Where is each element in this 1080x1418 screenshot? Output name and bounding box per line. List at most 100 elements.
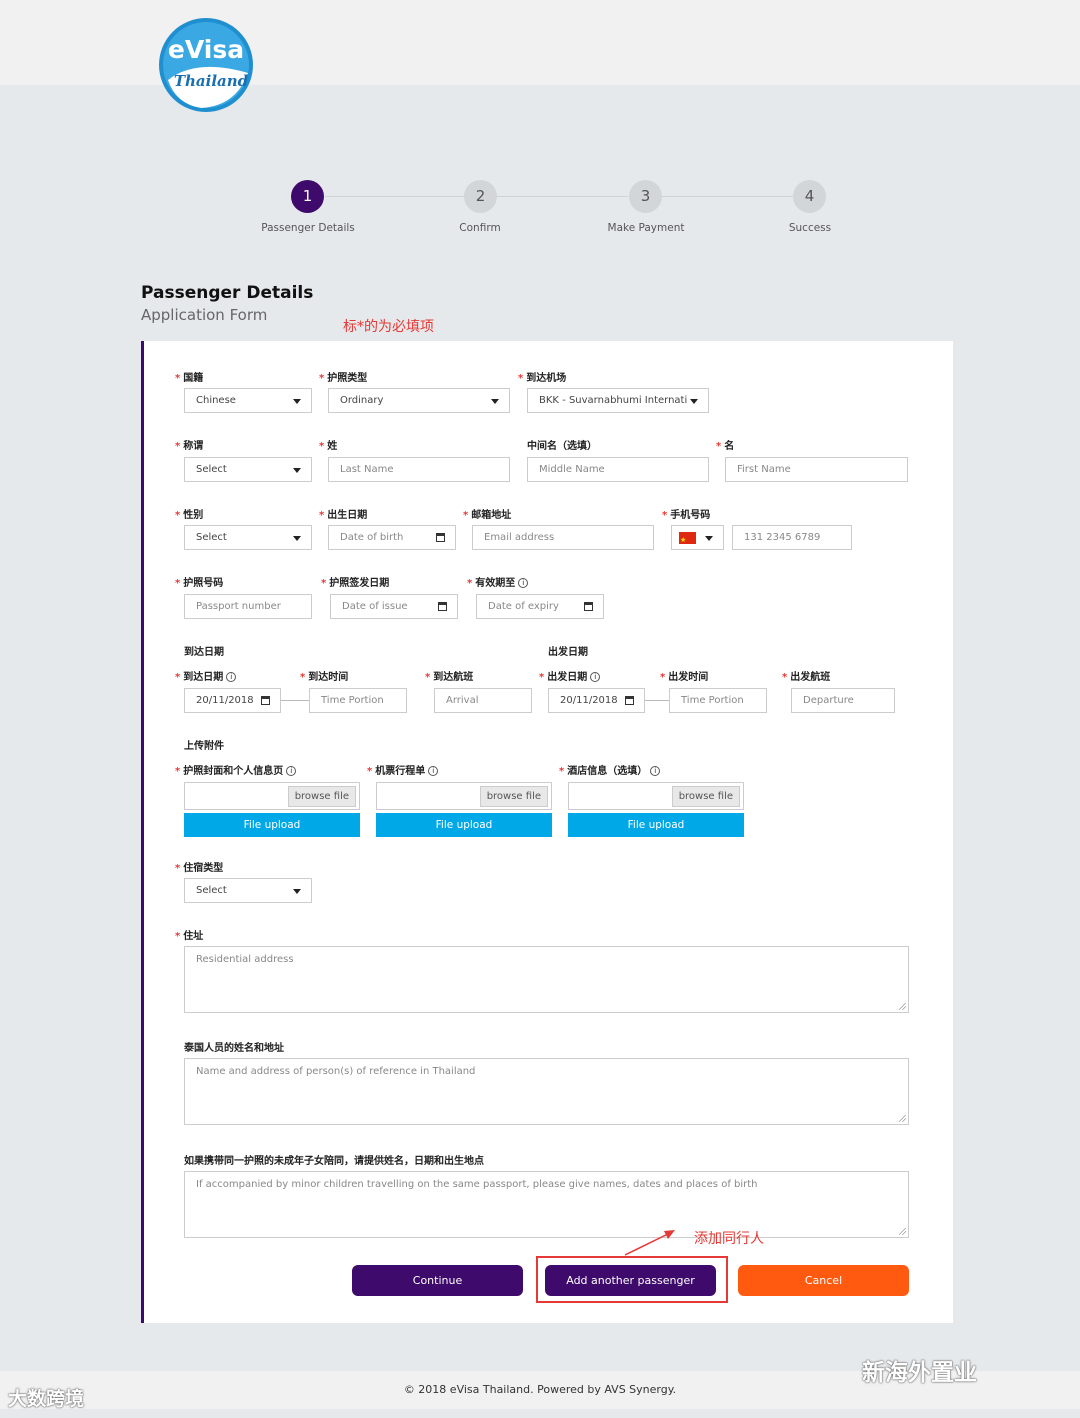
dob-label: * 出生日期 [319,510,368,521]
resize-handle-icon[interactable] [899,1003,906,1010]
accommodation-type-select[interactable]: Select [184,878,312,903]
attachment-ticket-label: * 机票行程单 i [367,762,439,777]
title-label: * 称谓 [175,441,204,452]
chevron-down-icon [293,468,301,473]
info-icon[interactable]: i [590,672,601,682]
field-connector [281,700,309,701]
country-code-select[interactable] [671,525,724,550]
departure-date-label: * 出发日期 i [539,668,601,683]
expiry-date-input[interactable]: Date of expiry [476,594,604,619]
attachment-ticket-upload-button[interactable]: File upload [376,813,552,837]
issue-date-input[interactable]: Date of issue [330,594,458,619]
china-flag-icon [679,529,696,549]
phone-input[interactable]: 131 2345 6789 [732,525,852,550]
watermark-right: 新海外置业 [862,1360,977,1386]
email-input[interactable]: Email address [472,525,654,550]
attachment-passport-upload-button[interactable]: File upload [184,813,360,837]
step-4-label: Success [788,222,832,234]
passport-type-label: * 护照类型 [319,373,368,384]
browse-file-button[interactable]: browse file [287,786,356,807]
address-textarea[interactable]: Residential address [184,946,909,1013]
attachments-heading: 上传附件 [184,741,224,752]
gender-label: * 性别 [175,510,204,521]
last-name-label: * 姓 [319,441,338,452]
first-name-label: * 名 [716,441,735,452]
footer-text: © 2018 eVisa Thailand. Powered by AVS Sy… [403,1383,677,1396]
continue-button[interactable]: Continue [352,1265,523,1296]
last-name-input[interactable]: Last Name [328,457,510,482]
info-icon[interactable]: i [226,672,237,682]
cancel-button[interactable]: Cancel [738,1265,909,1296]
required-note-annotation: 标*的为必填项 [343,319,434,335]
calendar-icon[interactable] [584,602,593,611]
svg-text:Thailand: Thailand [174,72,249,90]
calendar-icon[interactable] [261,696,270,705]
calendar-icon[interactable] [438,602,447,611]
attachment-passport-label: * 护照封面和个人信息页 i [175,762,297,777]
minors-textarea[interactable]: If accompanied by minor children travell… [184,1171,909,1238]
departure-flight-input[interactable]: Departure [791,688,895,713]
page-subtitle: Application Form [141,306,268,324]
browse-file-button[interactable]: browse file [671,786,740,807]
attachment-hotel-file-field[interactable]: browse file [568,782,744,810]
attachment-hotel-upload-button[interactable]: File upload [568,813,744,837]
arrival-date-input[interactable]: 20/11/2018 [184,688,281,713]
resize-handle-icon[interactable] [899,1115,906,1122]
step-connector [325,196,465,197]
calendar-icon[interactable] [625,696,634,705]
annotation-arrow-icon [624,1230,675,1256]
add-companion-annotation: 添加同行人 [694,1231,764,1247]
chevron-down-icon [690,399,698,404]
step-connector [497,196,628,197]
arrival-airport-select[interactable]: BKK - Suvarnabhumi Internati [527,388,709,413]
title-select[interactable]: Select [184,457,312,482]
attachment-passport-file-field[interactable]: browse file [184,782,360,810]
chevron-down-icon [491,399,499,404]
resize-handle-icon[interactable] [899,1228,906,1235]
chevron-down-icon [293,889,301,894]
passport-number-input[interactable]: Passport number [184,594,312,619]
step-connector [662,196,793,197]
passport-type-select[interactable]: Ordinary [328,388,510,413]
accommodation-type-label: * 住宿类型 [175,863,224,874]
arrival-flight-label: * 到达航班 [425,672,474,683]
page-title: Passenger Details [141,283,314,303]
arrival-time-label: * 到达时间 [300,672,349,683]
first-name-input[interactable]: First Name [725,457,908,482]
attachment-hotel-label: * 酒店信息（选填） i [559,762,661,777]
calendar-icon[interactable] [436,533,445,542]
reference-textarea[interactable]: Name and address of person(s) of referen… [184,1058,909,1125]
arrival-airport-label: * 到达机场 [518,373,567,384]
attachment-ticket-file-field[interactable]: browse file [376,782,552,810]
expiry-date-label: * 有效期至 i [467,574,529,589]
dob-input[interactable]: Date of birth [328,525,456,550]
reference-label: 泰国人员的姓名和地址 [184,1043,284,1054]
svg-text:eVisa: eVisa [168,35,244,64]
email-label: * 邮箱地址 [463,510,512,521]
nationality-label: * 国籍 [175,373,204,384]
arrival-time-input[interactable]: Time Portion [309,688,407,713]
chevron-down-icon [293,536,301,541]
step-3-label: Make Payment [607,222,685,234]
info-icon[interactable]: i [286,766,297,776]
watermark-left: 大数跨境 [8,1388,85,1410]
step-2-circle: 2 [464,180,497,213]
step-1-label: Passenger Details [261,222,355,234]
departure-date-input[interactable]: 20/11/2018 [548,688,645,713]
arrival-flight-input[interactable]: Arrival [434,688,532,713]
evisa-thailand-logo[interactable]: eVisa Thailand [156,18,256,112]
browse-file-button[interactable]: browse file [479,786,548,807]
middle-name-label: 中间名（选填） [527,441,597,452]
info-icon[interactable]: i [650,766,661,776]
add-another-passenger-button[interactable]: Add another passenger [545,1265,716,1296]
departure-time-input[interactable]: Time Portion [669,688,767,713]
step-2-label: Confirm [459,222,501,234]
info-icon[interactable]: i [518,578,529,588]
chevron-down-icon [293,399,301,404]
gender-select[interactable]: Select [184,525,312,550]
arrival-date-label: * 到达日期 i [175,668,237,683]
middle-name-input[interactable]: Middle Name [527,457,709,482]
nationality-select[interactable]: Chinese [184,388,312,413]
info-icon[interactable]: i [428,766,439,776]
step-3-circle: 3 [629,180,662,213]
